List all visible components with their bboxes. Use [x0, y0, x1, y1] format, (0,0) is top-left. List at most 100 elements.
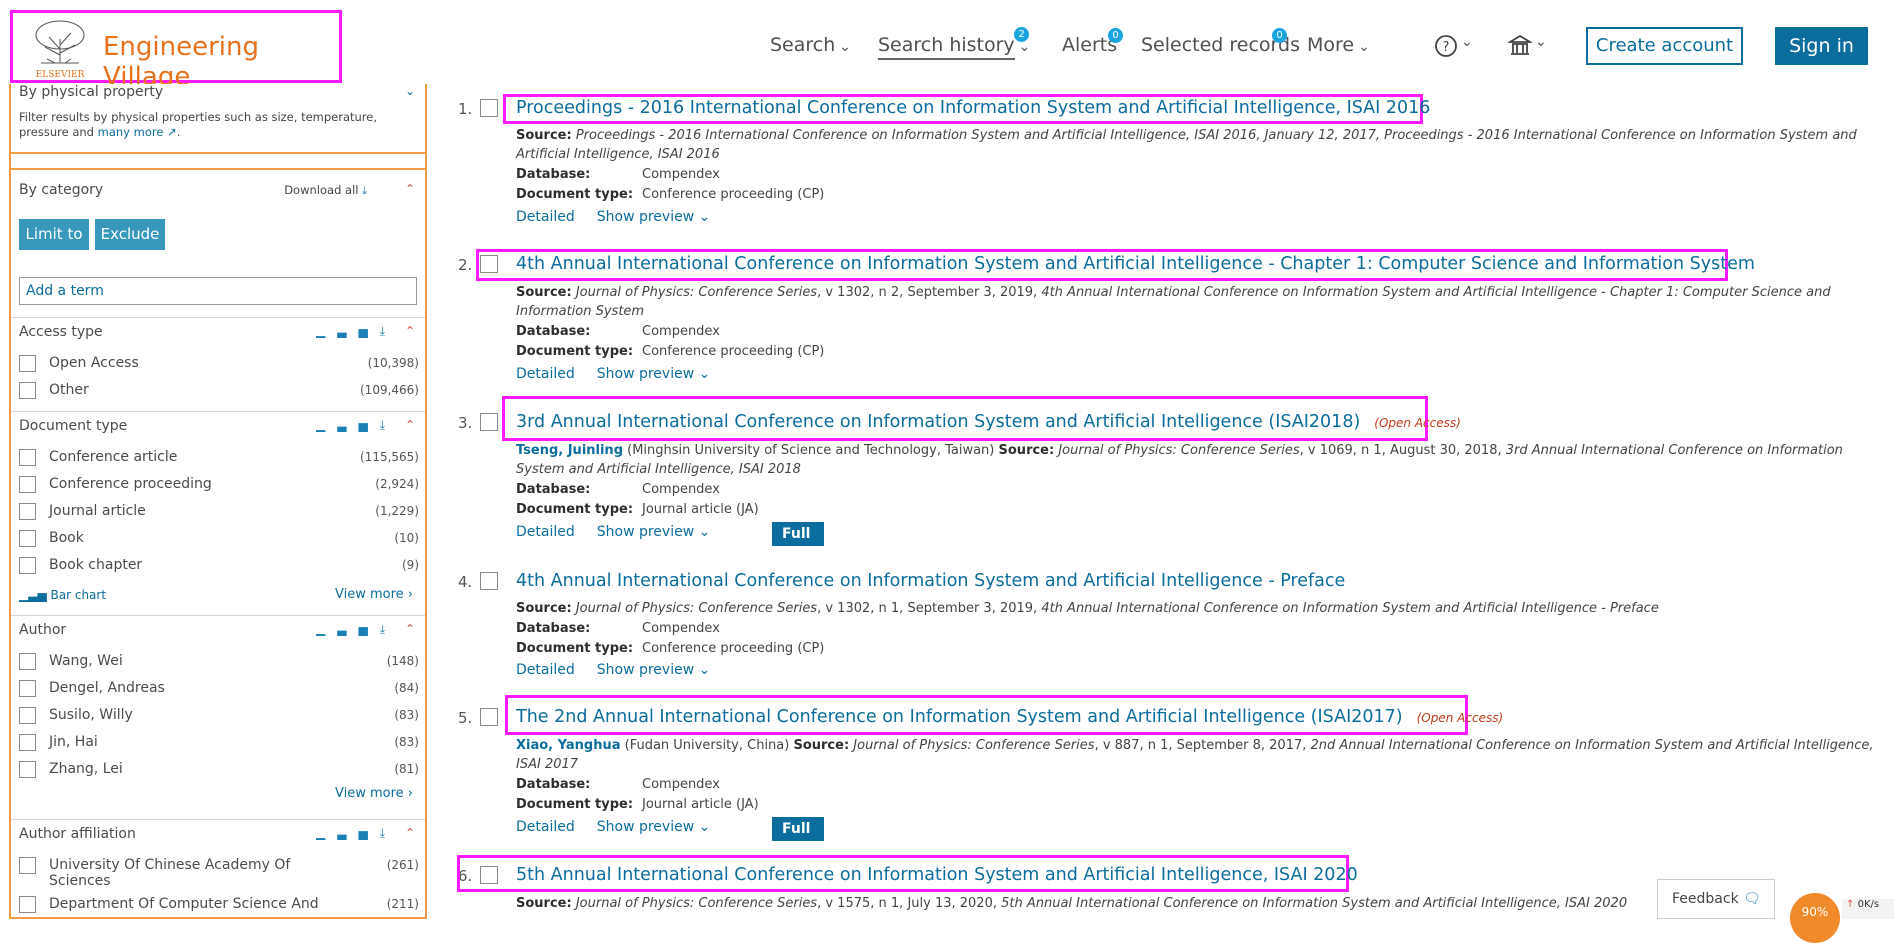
chevron-up-icon[interactable]: ⌃ [405, 324, 415, 338]
full-text-button[interactable]: Full text ↗ [772, 817, 824, 885]
facet-checkbox[interactable] [19, 896, 36, 913]
show-preview-link[interactable]: Show preview ⌄ [597, 819, 711, 835]
facet-checkbox[interactable] [19, 734, 36, 751]
chevron-up-icon[interactable]: ⌃ [405, 418, 415, 432]
chevron-up-icon[interactable]: ⌃ [405, 826, 415, 840]
doctype-value: Conference proceeding (CP) [642, 641, 825, 656]
add-term-input[interactable] [19, 277, 417, 305]
facet-checkbox[interactable] [19, 503, 36, 520]
show-preview-label: Show preview [596, 209, 695, 225]
selected-records-badge: 0 [1272, 28, 1287, 43]
result-checkbox[interactable] [480, 413, 498, 431]
result-actions: Detailed Show preview ⌄ [516, 366, 710, 382]
detailed-link[interactable]: Detailed [516, 662, 575, 678]
detailed-link[interactable]: Detailed [516, 366, 575, 382]
facet-checkbox[interactable] [19, 680, 36, 697]
result-title[interactable]: Proceedings - 2016 International Confere… [516, 98, 1430, 118]
full-text-label: Full text [782, 526, 814, 566]
chevron-up-icon[interactable]: ⌃ [405, 182, 415, 196]
database-label: Database: [516, 324, 591, 339]
result-doctype: Document type: Journal article (JA) [516, 795, 1876, 814]
facet-checkbox[interactable] [19, 355, 36, 372]
facet-checkbox[interactable] [19, 557, 36, 574]
chevron-up-icon[interactable]: ⌃ [405, 622, 415, 636]
result-source: Xiao, Yanghua (Fudan University, China) … [516, 736, 1876, 755]
download-icon[interactable]: ⤓ [380, 418, 397, 432]
facet-count: (84) [394, 681, 419, 695]
source-text: Artificial Intelligence, ISAI 2016 [516, 147, 720, 162]
source-details: , v 1302, n 2, September 3, 2019, [817, 285, 1042, 300]
result-title[interactable]: 4th Annual International Conference on I… [516, 571, 1345, 591]
download-icon[interactable]: ⤓ [380, 622, 397, 636]
show-preview-label: Show preview [596, 662, 695, 678]
access-type-title: Access type [19, 324, 103, 340]
nav-search-history-label: Search history [878, 34, 1015, 60]
show-preview-link[interactable]: Show preview ⌄ [597, 662, 711, 678]
detailed-link[interactable]: Detailed [516, 209, 575, 225]
download-all-link[interactable]: Download all ⤓ [284, 183, 367, 198]
nav-more-label: More [1307, 34, 1355, 56]
help-icon[interactable]: ? [1434, 34, 1458, 58]
result-checkbox[interactable] [480, 572, 498, 590]
show-preview-link[interactable]: Show preview ⌄ [597, 209, 711, 225]
result-checkbox[interactable] [480, 99, 498, 117]
physical-property-title[interactable]: By physical property [19, 84, 163, 100]
facet-checkbox[interactable] [19, 476, 36, 493]
view-more-link[interactable]: View more › [335, 587, 413, 602]
limit-to-button[interactable]: Limit to [19, 219, 89, 250]
facet-checkbox[interactable] [19, 530, 36, 547]
database-value: Compendex [642, 167, 720, 182]
facet-checkbox[interactable] [19, 382, 36, 399]
download-icon[interactable]: ⤓ [380, 826, 397, 840]
show-preview-link[interactable]: Show preview ⌄ [597, 366, 711, 382]
bar-chart-icon[interactable]: ▁▃▅ [316, 418, 380, 432]
institution-icon[interactable] [1508, 34, 1532, 58]
chevron-down-icon[interactable]: ⌄ [1535, 34, 1547, 50]
facet-checkbox[interactable] [19, 707, 36, 724]
sign-in-button[interactable]: Sign in [1775, 27, 1868, 65]
source-text: ISAI 2017 [516, 757, 579, 772]
many-more-link[interactable]: many more ↗ [98, 125, 177, 139]
result-title[interactable]: 3rd Annual International Conference on I… [516, 412, 1461, 432]
download-icon[interactable]: ⤓ [380, 324, 397, 338]
bar-chart-icon[interactable]: ▁▃▅ [316, 622, 380, 636]
chevron-down-icon[interactable]: ⌄ [405, 84, 415, 98]
facet-checkbox[interactable] [19, 449, 36, 466]
author-link[interactable]: Xiao, Yanghua [516, 738, 620, 753]
result-checkbox[interactable] [480, 708, 498, 726]
bar-chart-icon[interactable]: ▁▃▅ [316, 826, 380, 840]
author-link[interactable]: Tseng, Juinling [516, 443, 623, 458]
open-access-badge: (Open Access) [1374, 416, 1461, 430]
nav-search[interactable]: Search ⌄ [770, 34, 851, 56]
bar-chart-icon[interactable]: ▁▃▅ [316, 324, 380, 338]
source-text: 4th Annual International Conference on I… [1041, 601, 1659, 616]
nav-search-history[interactable]: Search history ⌄ [878, 34, 1030, 60]
facet-checkbox[interactable] [19, 857, 36, 874]
progress-orb[interactable]: 90% [1790, 893, 1840, 943]
chevron-down-icon[interactable]: ⌄ [1461, 34, 1473, 50]
database-value: Compendex [642, 621, 720, 636]
result-title[interactable]: The 2nd Annual International Conference … [516, 707, 1503, 727]
author-affiliation: (Minghsin University of Science and Tech… [623, 443, 999, 458]
detailed-link[interactable]: Detailed [516, 524, 575, 540]
create-account-button[interactable]: Create account [1586, 27, 1743, 65]
exclude-button[interactable]: Exclude [95, 219, 165, 250]
nav-more[interactable]: More ⌄ [1307, 34, 1370, 56]
result-database: Database: Compendex [516, 322, 1876, 341]
result-title[interactable]: 5th Annual International Conference on I… [516, 865, 1358, 885]
facet-count: (2,924) [375, 477, 419, 491]
bar-chart-link[interactable]: ▁▃▅ Bar chart [19, 588, 106, 602]
view-more-link[interactable]: View more › [335, 786, 413, 801]
detailed-link[interactable]: Detailed [516, 819, 575, 835]
show-preview-link[interactable]: Show preview ⌄ [597, 524, 711, 540]
feedback-button[interactable]: Feedback 🗨 [1657, 879, 1775, 919]
facet-checkbox[interactable] [19, 653, 36, 670]
facet-checkbox[interactable] [19, 761, 36, 778]
source-text: System and Artificial Intelligence, ISAI… [516, 462, 801, 477]
chevron-right-icon: › [407, 587, 413, 602]
result-title[interactable]: 4th Annual International Conference on I… [516, 254, 1755, 274]
chat-bubble-icon: 🗨 [1743, 891, 1761, 907]
full-text-button[interactable]: Full text ↗ [772, 522, 824, 590]
source-details: , v 1302, n 1, September 3, 2019, [817, 601, 1042, 616]
logo[interactable]: ELSEVIER Engineering Village [10, 10, 342, 92]
